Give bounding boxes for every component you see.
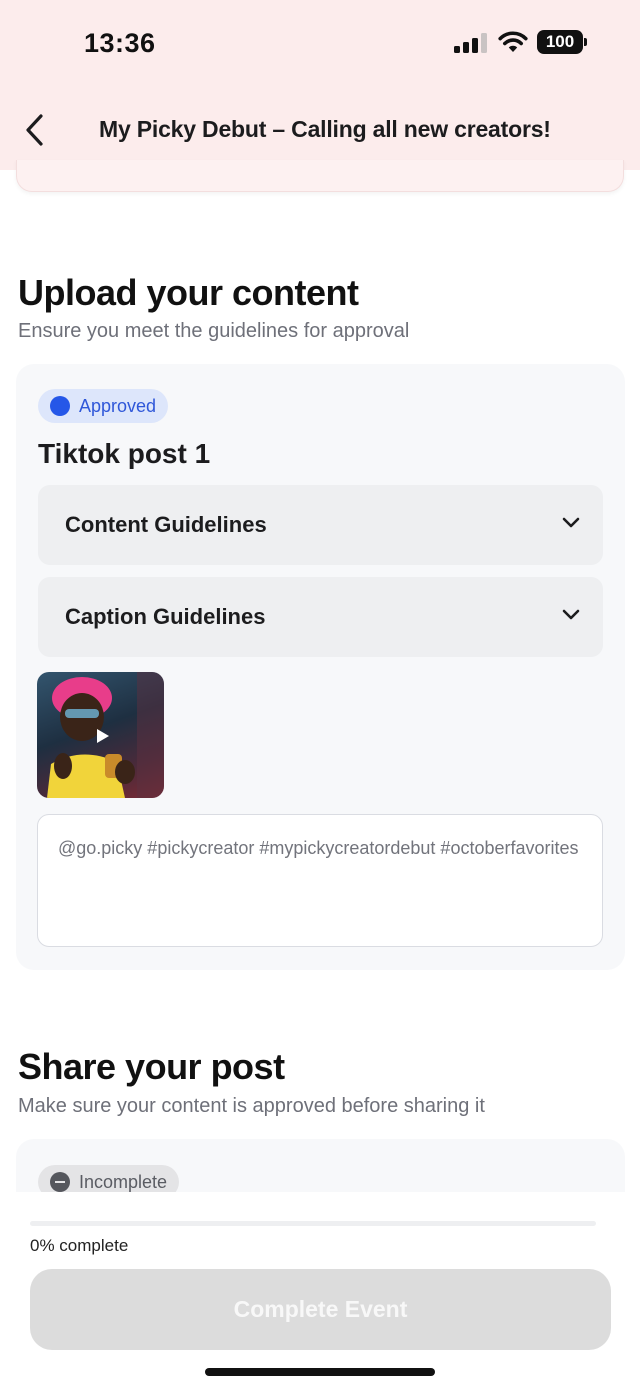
progress-label: 0% complete [30,1236,129,1255]
accordion-label: Caption Guidelines [65,604,266,629]
nav-bar: My Picky Debut – Calling all new creator… [0,88,640,170]
back-button[interactable] [20,112,50,148]
share-section-subtitle: Make sure your content is approved befor… [18,1095,485,1117]
footer: 0% complete Complete Event [0,1192,640,1387]
status-badge-approved: Approved [38,389,169,423]
status-time: 13:36 [84,28,156,58]
cellular-signal-icon [454,33,488,53]
status-badge-label: Approved [79,395,157,416]
chevron-down-icon [562,609,580,620]
complete-event-button[interactable]: Complete Event [30,1269,611,1350]
content-guidelines-accordion[interactable]: Content Guidelines [38,485,603,565]
battery-tip [584,38,587,46]
post-title: Tiktok post 1 [38,438,211,469]
minus-circle-icon [50,1172,70,1192]
share-section-title: Share your post [18,1046,285,1087]
accordion-label: Content Guidelines [65,512,267,537]
caption-guidelines-accordion[interactable]: Caption Guidelines [38,577,603,657]
progress-bar [30,1221,596,1226]
status-bar: 13:36 100 [0,0,640,88]
upload-card: Approved Tiktok post 1 Content Guideline… [16,364,625,970]
home-indicator [205,1368,435,1376]
video-thumbnail[interactable] [37,672,164,798]
status-badge-label: Incomplete [79,1171,168,1192]
play-icon [97,729,109,743]
upload-section-subtitle: Ensure you meet the guidelines for appro… [18,320,410,342]
page-title: My Picky Debut – Calling all new creator… [99,116,551,142]
upload-section-title: Upload your content [18,272,359,313]
blue-dot-icon [50,396,70,416]
caption-input[interactable]: @go.picky #pickycreator #mypickycreatord… [37,814,603,947]
chevron-down-icon [562,517,580,528]
battery-icon: 100 [537,30,583,54]
wifi-icon [498,31,528,52]
previous-card-edge [16,160,624,192]
